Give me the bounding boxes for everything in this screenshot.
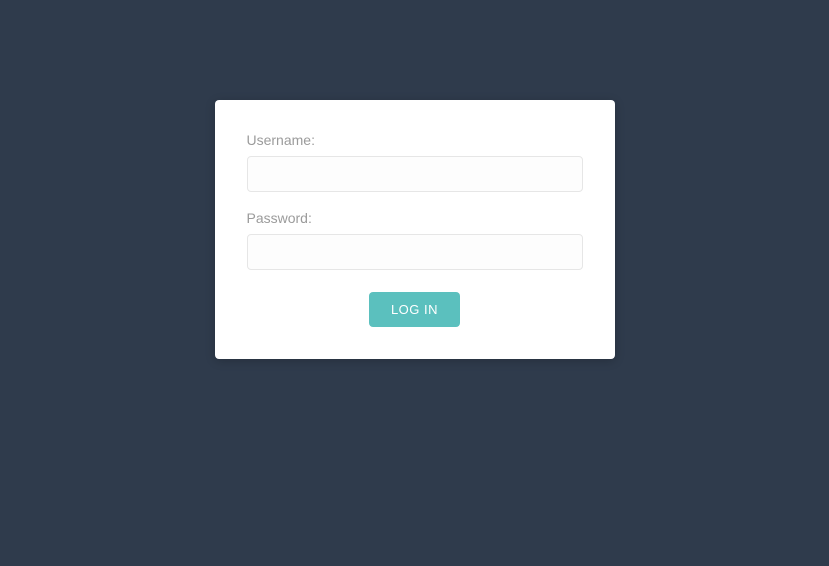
login-button[interactable]: LOG IN — [369, 292, 460, 327]
username-label: Username: — [247, 132, 583, 148]
password-input[interactable] — [247, 234, 583, 270]
username-input[interactable] — [247, 156, 583, 192]
password-group: Password: — [247, 210, 583, 270]
password-label: Password: — [247, 210, 583, 226]
login-card: Username: Password: LOG IN — [215, 100, 615, 359]
button-row: LOG IN — [247, 292, 583, 327]
username-group: Username: — [247, 132, 583, 192]
